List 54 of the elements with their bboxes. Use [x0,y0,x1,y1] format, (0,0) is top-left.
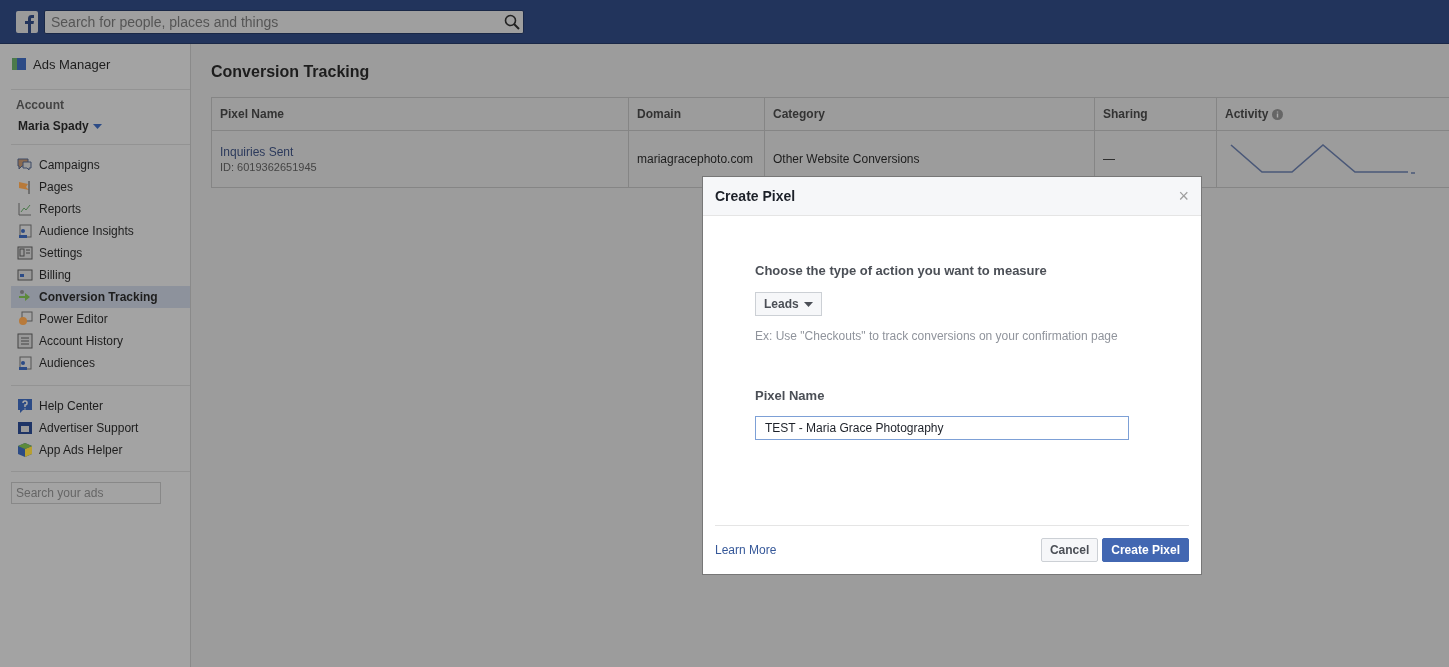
sidebar-item[interactable]: Billing [11,264,190,286]
cube-icon [17,442,33,458]
pixel-name-link[interactable]: Inquiries Sent [220,145,294,159]
sidebar-item[interactable]: Audiences [11,352,190,374]
search-field[interactable]: Search for people, places and things [44,9,524,34]
speech-bubbles-icon [17,157,33,173]
sidebar-item[interactable]: Reports [11,198,190,220]
table-cell: — [1103,152,1115,166]
hint-text: Ex: Use "Checkouts" to track conversions on your confirmation page [755,329,1119,343]
person-chart-icon [17,355,33,371]
sidebar-item[interactable]: Audience Insights [11,220,190,242]
sidebar-item[interactable]: Campaigns [11,154,190,176]
table-cell: Other Website Conversions [773,152,920,166]
column-header[interactable]: Domain [637,107,681,121]
action-type-dropdown[interactable]: Leads [755,292,822,316]
action-type-label: Choose the type of action you want to measure [755,263,1048,278]
list-icon [17,333,33,349]
column-header[interactable]: Sharing [1103,107,1148,121]
column-header[interactable]: Category [773,107,825,121]
briefcase-icon [17,420,33,436]
person-chart-icon [17,223,33,239]
create-pixel-button[interactable]: Create Pixel [1102,538,1189,562]
page-title: Conversion Tracking [211,63,371,81]
cancel-button[interactable]: Cancel [1040,538,1099,562]
caret-icon [92,123,102,129]
search-field[interactable]: Search your ads [11,482,161,504]
facebook-logo-icon[interactable] [16,10,38,33]
sidebar-item[interactable]: Conversion Tracking [11,286,190,308]
sidebar-item[interactable]: Advertiser Support [11,417,190,439]
ads-manager-icon [11,56,27,72]
chart-icon [17,201,33,217]
pixel-name-label: Pixel Name [755,388,826,403]
caret-icon [803,301,813,307]
sidebar-item[interactable]: App Ads Helper [11,439,190,461]
sidebar-item[interactable]: Power Editor [11,308,190,330]
account-label: Account [15,98,65,112]
column-header[interactable]: Pixel Name [220,107,285,121]
pixel-id: ID: 6019362651945 [220,161,317,173]
sidebar-title: Ads Manager [33,56,111,72]
learn-more-link[interactable]: Learn More [715,543,777,557]
question-icon [17,398,33,414]
sidebar-item[interactable]: Pages [11,176,190,198]
dialog-title: Create Pixel [715,188,796,204]
sidebar-item[interactable]: Account History [11,330,190,352]
settings-panel-icon [17,245,33,261]
sidebar-item[interactable]: Help Center [11,395,190,417]
sidebar-item[interactable]: Settings [11,242,190,264]
flag-icon [17,179,33,195]
card-icon [17,267,33,283]
table-cell: mariagracephoto.com [637,152,754,166]
column-header[interactable]: Activity [1225,107,1269,121]
search-icon[interactable] [504,13,520,30]
pixel-name-field[interactable]: TEST - Maria Grace Photography [755,416,1129,440]
account-dropdown[interactable]: Maria Spady [11,119,102,133]
